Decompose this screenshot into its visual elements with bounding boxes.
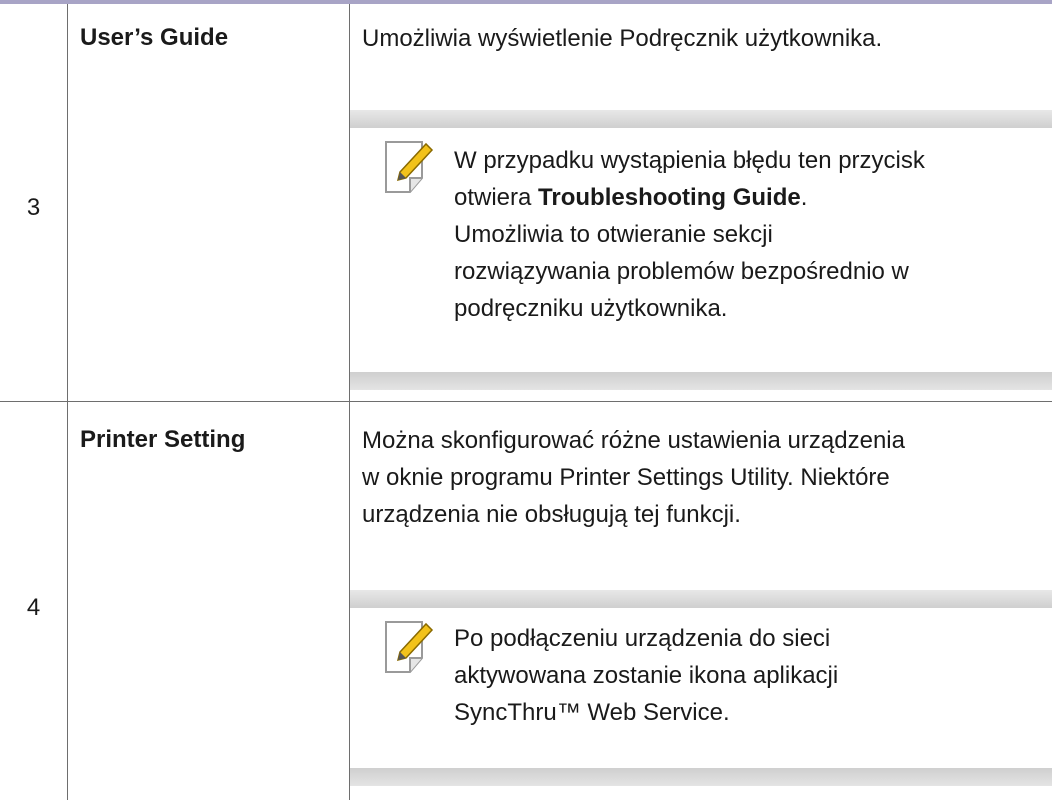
item-name: User’s Guide: [80, 24, 229, 51]
description-line: Można skonfigurować różne ustawienia urz…: [362, 427, 905, 454]
note-line: aktywowana zostanie ikona aplikacji: [454, 662, 839, 689]
note-text: Po podłączeniu urządzenia do sieci aktyw…: [454, 620, 1052, 731]
note-line: Umożliwia to otwieranie sekcji: [454, 221, 773, 248]
description-line: urządzenia nie obsługują tej funkcji.: [362, 501, 741, 528]
row-number: 3: [26, 194, 41, 221]
row-divider: [0, 401, 1052, 402]
note-bottom-bar: [350, 372, 1052, 390]
description-line: w oknie programu Printer Settings Utilit…: [362, 464, 890, 491]
note-top-bar: [350, 590, 1052, 608]
note-pencil-icon: [385, 621, 434, 673]
table-top-border: [0, 0, 1052, 4]
item-name: Printer Setting: [80, 426, 246, 453]
column-divider: [67, 4, 68, 800]
row-number: 4: [26, 594, 41, 621]
note-text: W przypadku wystąpienia błędu ten przyci…: [454, 142, 1052, 327]
item-description: Można skonfigurować różne ustawienia urz…: [362, 422, 1052, 533]
item-description: Umożliwia wyświetlenie Podręcznik użytko…: [362, 25, 883, 52]
note-top-bar: [350, 110, 1052, 128]
note-line: Po podłączeniu urządzenia do sieci: [454, 625, 831, 652]
note-line: podręczniku użytkownika.: [454, 295, 728, 322]
note-line: W przypadku wystąpienia błędu ten przyci…: [454, 147, 925, 174]
note-line: rozwiązywania problemów bezpośrednio w: [454, 258, 909, 285]
note-pencil-icon: [385, 141, 434, 193]
note-line: otwiera Troubleshooting Guide.: [454, 184, 808, 211]
note-bottom-bar: [350, 768, 1052, 786]
note-line: SyncThru™ Web Service.: [454, 699, 730, 726]
bold-term: Troubleshooting Guide: [538, 184, 801, 211]
